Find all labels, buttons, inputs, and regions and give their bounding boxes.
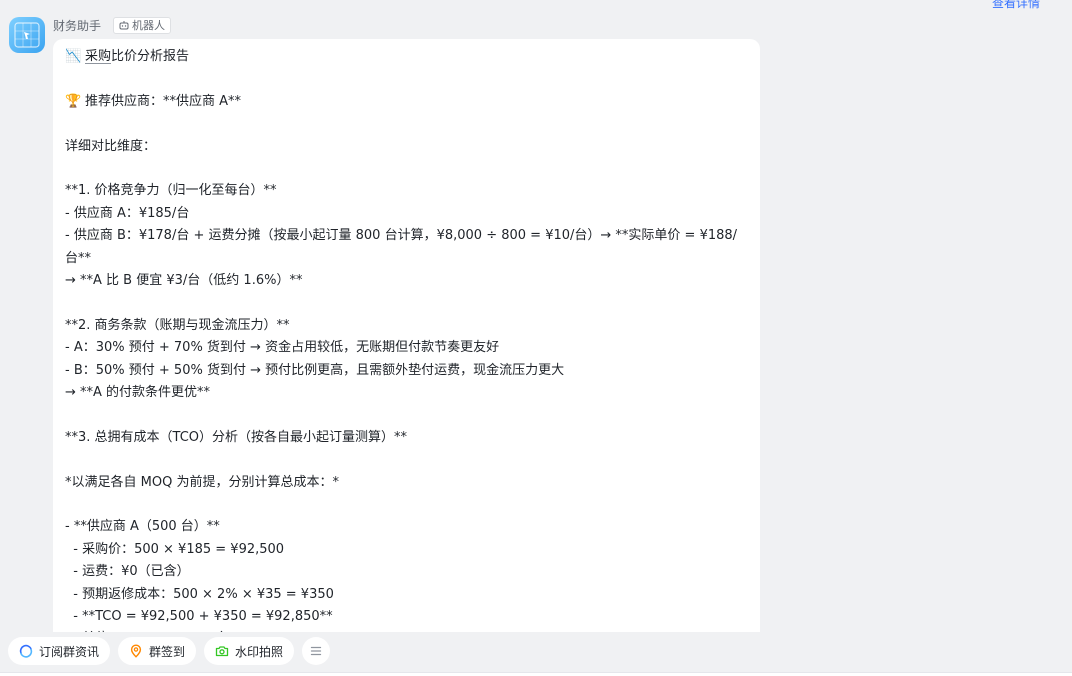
watermark-camera-label: 水印拍照 bbox=[235, 644, 284, 659]
subscribe-news-button[interactable]: 订阅群资讯 bbox=[8, 637, 111, 665]
message-line-text: **2. 商务条款（账期与现金流压力）** bbox=[65, 317, 290, 333]
message-line bbox=[65, 292, 748, 314]
watermark-camera-button[interactable]: 水印拍照 bbox=[204, 637, 295, 665]
report-title-text: 比价分析报告 bbox=[111, 49, 190, 64]
more-menu-button[interactable] bbox=[302, 637, 330, 665]
bot-avatar-icon bbox=[14, 22, 40, 48]
message-line-text: 推荐供应商：**供应商 A** bbox=[85, 93, 242, 109]
camera-icon bbox=[215, 646, 229, 657]
message-line: 详细对比维度： bbox=[65, 136, 748, 158]
message-line bbox=[65, 404, 748, 426]
bot-tag-label: 机器人 bbox=[132, 19, 166, 32]
input-area-edge bbox=[0, 672, 1072, 676]
message-line-text: - **TCO = ¥92,500 + ¥350 = ¥92,850** bbox=[65, 609, 333, 625]
message-line: → **A 比 B 便宜 ¥3/台（低约 1.6%）** bbox=[65, 270, 748, 292]
message-line bbox=[65, 158, 748, 180]
report-title-link[interactable]: 采购 bbox=[85, 49, 111, 64]
message-line: → **A 的付款条件更优** bbox=[65, 382, 748, 404]
message-line-text: - 供应商 B：¥178/台 + 运费分摊（按最小起订量 800 台计算，¥8,… bbox=[65, 228, 738, 244]
chat-window: 查看详情 财务助手 机器人 📉 采购比价分析报告 🏆 推荐供应商：**供应商 A** 详… bbox=[0, 0, 1072, 676]
message-line: **2. 商务条款（账期与现金流压力）** bbox=[65, 315, 748, 337]
top-link[interactable]: 查看详情 bbox=[992, 0, 1040, 11]
message-line: - B：50% 预付 + 50% 货到付 → 预付比例更高，且需额外垫付运费，现… bbox=[65, 360, 748, 382]
message-line-text: - 采购价：500 × ¥185 = ¥92,500 bbox=[65, 541, 285, 557]
message-line: 台** bbox=[65, 248, 748, 270]
message-line: 🏆 推荐供应商：**供应商 A** bbox=[65, 91, 748, 113]
message-line-text: - 运费：¥0（已含） bbox=[65, 564, 190, 580]
message-line-text: *以满足各自 MOQ 为前提，分别计算总成本：* bbox=[65, 474, 339, 490]
message-line: - A：30% 预付 + 70% 货到付 → 资金占用较低，无账期但付款节奏更友… bbox=[65, 337, 748, 359]
subscribe-icon bbox=[19, 644, 33, 658]
message-line: **1. 价格竞争力（归一化至每台）** bbox=[65, 180, 748, 202]
message-line: 📉 采购比价分析报告 bbox=[65, 46, 748, 68]
message-line-text: 详细对比维度： bbox=[65, 138, 157, 154]
sender-avatar[interactable] bbox=[9, 17, 45, 53]
message-line: - **供应商 A（500 台）** bbox=[65, 516, 748, 538]
menu-icon bbox=[310, 646, 322, 656]
message-line-text: → **A 的付款条件更优** bbox=[65, 385, 211, 401]
message-line-text: - 预期返修成本：500 × 2% × ¥35 = ¥350 bbox=[65, 586, 334, 602]
location-pin-icon bbox=[130, 644, 142, 658]
message-line-text: 台** bbox=[65, 250, 92, 266]
message-line: - 预期返修成本：500 × 2% × ¥35 = ¥350 bbox=[65, 584, 748, 606]
robot-icon bbox=[119, 21, 129, 30]
message-line-text: - **供应商 A（500 台）** bbox=[65, 519, 220, 535]
subscribe-news-label: 订阅群资讯 bbox=[39, 644, 100, 659]
message-line: *以满足各自 MOQ 为前提，分别计算总成本：* bbox=[65, 472, 748, 494]
message-line: **3. 总拥有成本（TCO）分析（按各自最小起订量测算）** bbox=[65, 427, 748, 449]
message-line bbox=[65, 113, 748, 135]
message-line: - 运费：¥0（已含） bbox=[65, 561, 748, 583]
trophy-icon: 🏆 bbox=[65, 93, 82, 109]
message-bubble[interactable]: 📉 采购比价分析报告 🏆 推荐供应商：**供应商 A** 详细对比维度： **1. 价格竞… bbox=[53, 39, 760, 676]
message-line-text: **1. 价格竞争力（归一化至每台）** bbox=[65, 183, 277, 199]
message-line-text: → **A 比 B 便宜 ¥3/台（低约 1.6%）** bbox=[65, 273, 303, 289]
message-line: - **TCO = ¥92,500 + ¥350 = ¥92,850** bbox=[65, 606, 748, 628]
message-line: - 采购价：500 × ¥185 = ¥92,500 bbox=[65, 539, 748, 561]
bot-tag: 机器人 bbox=[113, 16, 172, 34]
sender-row: 财务助手 机器人 bbox=[53, 16, 172, 34]
message-line: - 供应商 B：¥178/台 + 运费分摊（按最小起订量 800 台计算，¥8,… bbox=[65, 225, 748, 247]
message-content: 📉 采购比价分析报告 🏆 推荐供应商：**供应商 A** 详细对比维度： **1. 价格竞… bbox=[65, 46, 748, 651]
message-line bbox=[65, 68, 748, 90]
chart-down-icon: 📉 bbox=[65, 49, 82, 64]
message-line: - 供应商 A：¥185/台 bbox=[65, 203, 748, 225]
message-line bbox=[65, 494, 748, 516]
quick-action-bar: 订阅群资讯 群签到 水印拍照 bbox=[0, 632, 1072, 676]
message-line-text: - B：50% 预付 + 50% 货到付 → 预付比例更高，且需额外垫付运费，现… bbox=[65, 362, 565, 378]
message-line-text: - 供应商 A：¥185/台 bbox=[65, 205, 190, 221]
message-line bbox=[65, 449, 748, 471]
sender-name[interactable]: 财务助手 bbox=[53, 17, 101, 34]
message-line-text: **3. 总拥有成本（TCO）分析（按各自最小起订量测算）** bbox=[65, 429, 408, 445]
group-checkin-label: 群签到 bbox=[149, 644, 186, 659]
group-checkin-button[interactable]: 群签到 bbox=[118, 637, 197, 665]
message-line-text: - A：30% 预付 + 70% 货到付 → 资金占用较低，无账期但付款节奏更友… bbox=[65, 340, 500, 356]
